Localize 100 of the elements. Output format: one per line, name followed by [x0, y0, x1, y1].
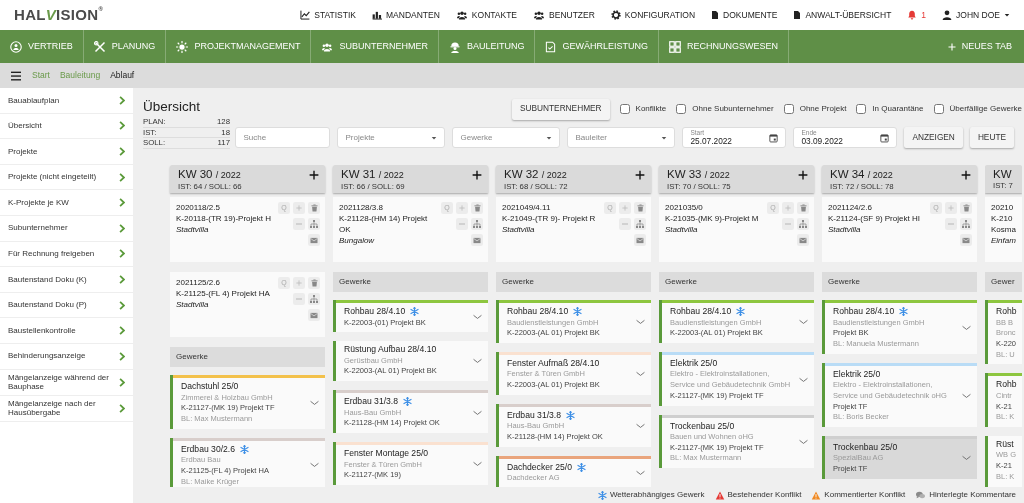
- delete-button[interactable]: [308, 277, 320, 289]
- search-field[interactable]: Suche: [235, 127, 331, 148]
- sidebar-item[interactable]: K-Projekte je KW: [8, 197, 69, 208]
- sidebar-item[interactable]: Subunternehmer: [8, 223, 68, 234]
- chevron-down-icon[interactable]: [310, 399, 319, 406]
- chevron-right-icon: [119, 300, 125, 310]
- sidebar-item[interactable]: Übersicht: [8, 121, 42, 131]
- sidebar-item[interactable]: Mängelanzeige während der Bauphase: [8, 372, 115, 392]
- house-type: Stadtvilla: [176, 224, 210, 235]
- hierarchy-button[interactable]: [960, 218, 972, 230]
- bar-chart-icon: [372, 10, 382, 20]
- chevron-down-icon[interactable]: [636, 469, 645, 476]
- subcontractor-button[interactable]: SUBUNTERNEHMER: [512, 98, 610, 120]
- nav-link[interactable]: KONFIGURATION: [624, 9, 696, 21]
- hierarchy-button[interactable]: [797, 218, 809, 230]
- chevron-down-icon[interactable]: [799, 319, 808, 326]
- mail-button[interactable]: [308, 309, 320, 321]
- envelope-icon: [799, 236, 807, 244]
- sidebar-item[interactable]: Projekte (nicht eingeteilt): [8, 172, 97, 182]
- mail-button[interactable]: [308, 234, 320, 246]
- delete-button[interactable]: [960, 202, 972, 214]
- chevron-down-icon[interactable]: [473, 357, 482, 364]
- hierarchy-button[interactable]: [471, 218, 483, 230]
- sidebar-item[interactable]: Bautenstand Doku (P): [8, 300, 87, 310]
- mail-button[interactable]: [797, 234, 809, 246]
- checkbox[interactable]: [856, 104, 867, 114]
- bell-icon: [907, 10, 918, 20]
- chevron-right-icon: [119, 172, 125, 182]
- plus-icon: [296, 280, 302, 286]
- chevron-down-icon[interactable]: [799, 439, 808, 446]
- date-value: 25.07.2022: [690, 136, 732, 146]
- chevron-down-icon[interactable]: [473, 314, 482, 321]
- select-field[interactable]: Gewerke: [452, 127, 561, 148]
- delete-button[interactable]: [634, 202, 646, 214]
- chevron-right-icon: [119, 403, 125, 413]
- menu-icon[interactable]: [10, 70, 22, 81]
- checkbox[interactable]: [783, 104, 794, 114]
- sidebar-item[interactable]: Für Rechnung freigeben: [8, 249, 95, 259]
- sidebar-item[interactable]: Mängelanzeige nach der Hausübergabe: [8, 398, 115, 418]
- chevron-down-icon[interactable]: [310, 462, 319, 469]
- page-title: Übersicht: [143, 99, 202, 115]
- mail-button[interactable]: [960, 234, 972, 246]
- project-name: K-21125-(FL 4) Projekt HA: [176, 288, 271, 299]
- chevron-down-icon[interactable]: [636, 423, 645, 430]
- delete-button[interactable]: [308, 202, 320, 214]
- project-name: K-210 Kosma: [991, 213, 1017, 235]
- project-number: 2021124/2.6: [828, 202, 873, 213]
- chevron-down-icon[interactable]: [962, 392, 971, 399]
- plus-icon[interactable]: [309, 170, 319, 180]
- nav-link[interactable]: MANDANTEN: [386, 9, 440, 21]
- chevron-down-icon[interactable]: [962, 324, 971, 331]
- sidebar-item[interactable]: Bautenstand Doku (K): [8, 274, 87, 285]
- nav-link[interactable]: DOKUMENTE: [723, 9, 778, 21]
- plus-icon: [948, 205, 954, 211]
- sidebar-item[interactable]: Projekte: [8, 146, 38, 157]
- sidebar-item[interactable]: Baustellenkontrolle: [8, 325, 76, 336]
- plus-icon: [296, 205, 302, 211]
- hierarchy-button[interactable]: [308, 293, 320, 305]
- delete-button[interactable]: [797, 202, 809, 214]
- hierarchy-button[interactable]: [308, 218, 320, 230]
- checkbox[interactable]: [676, 104, 687, 114]
- mail-button[interactable]: [634, 234, 646, 246]
- delete-button[interactable]: [471, 202, 483, 214]
- new-tab-button[interactable]: NEUES TAB: [937, 30, 1024, 63]
- checkbox[interactable]: [619, 104, 630, 114]
- comments-icon: [915, 490, 927, 500]
- notification-count[interactable]: 1: [921, 9, 927, 21]
- chevron-down-icon[interactable]: [799, 376, 808, 383]
- plus-icon[interactable]: [472, 170, 482, 180]
- action-button[interactable]: ANZEIGEN: [904, 127, 963, 148]
- user-menu[interactable]: JOHN DOE: [956, 9, 1000, 21]
- section-header: Gewerke: [659, 272, 814, 292]
- week-title: KW 33 / 2022: [667, 167, 731, 182]
- nav-link[interactable]: ANWALT-ÜBERSICHT: [805, 9, 892, 21]
- nav-link[interactable]: STATISTIK: [314, 9, 356, 21]
- chevron-down-icon[interactable]: [636, 319, 645, 326]
- calendar-icon[interactable]: [880, 132, 890, 143]
- breadcrumb-link[interactable]: Ablauf: [110, 70, 135, 81]
- hierarchy-button[interactable]: [634, 218, 646, 230]
- chevron-down-icon[interactable]: [473, 409, 482, 416]
- chevron-right-icon: [119, 147, 125, 156]
- chevron-down-icon[interactable]: [473, 461, 482, 468]
- trade-title: Rohb: [996, 379, 1017, 391]
- nav-link[interactable]: KONTAKTE: [471, 9, 518, 21]
- plus-icon[interactable]: [635, 170, 645, 180]
- calendar-icon[interactable]: [769, 132, 779, 143]
- checkbox[interactable]: [933, 104, 944, 114]
- section-header: Gewerke: [822, 272, 977, 292]
- chevron-down-icon[interactable]: [636, 371, 645, 378]
- chevron-down-icon[interactable]: [962, 455, 971, 462]
- select-field[interactable]: Projekte: [337, 127, 446, 148]
- sidebar-item[interactable]: Bauablaufplan: [8, 95, 60, 106]
- select-field[interactable]: Bauleiter: [567, 127, 676, 148]
- mail-button[interactable]: [471, 234, 483, 246]
- action-button[interactable]: HEUTE: [969, 127, 1014, 148]
- envelope-icon: [473, 236, 481, 244]
- plus-icon[interactable]: [798, 170, 808, 180]
- sidebar-item[interactable]: Behinderungsanzeige: [8, 351, 86, 362]
- nav-link[interactable]: BENUTZER: [549, 9, 595, 21]
- plus-icon[interactable]: [961, 170, 971, 180]
